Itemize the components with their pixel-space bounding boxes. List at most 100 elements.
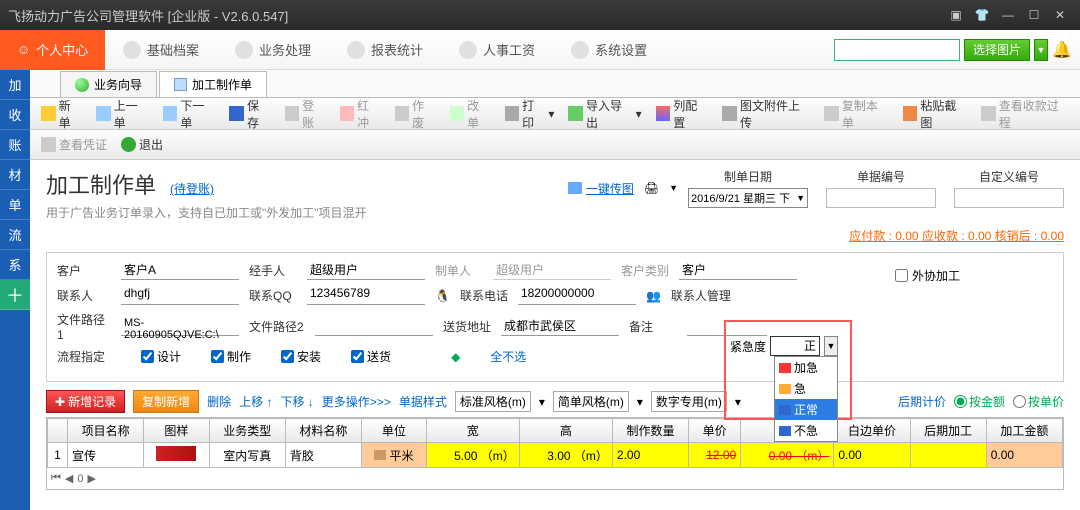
by-price-radio[interactable]: 按单价: [1013, 393, 1064, 410]
skin-icon[interactable]: 👕: [970, 5, 994, 25]
tab-process-order[interactable]: 加工制作单: [159, 71, 267, 97]
docno-label: 单据编号: [857, 168, 905, 185]
menu-icon: [459, 41, 477, 59]
page-number: 0: [77, 473, 83, 485]
chevron-down-icon[interactable]: ▼: [669, 183, 678, 193]
simple-style[interactable]: 简单风格(m): [553, 391, 629, 412]
bell-icon[interactable]: 🔔: [1052, 40, 1072, 60]
minimize-icon[interactable]: —: [996, 5, 1020, 25]
theme-icon[interactable]: ▣: [944, 5, 968, 25]
delete-link[interactable]: 删除: [207, 393, 231, 410]
side-account[interactable]: 账: [0, 130, 30, 160]
make-check[interactable]: 制作: [211, 348, 251, 365]
prev-button[interactable]: 上一单: [91, 95, 154, 133]
contact-input[interactable]: dhgfj: [121, 286, 239, 305]
menu-report[interactable]: 报表统计: [329, 30, 441, 70]
printer-icon[interactable]: 🖨: [644, 181, 659, 195]
handler-input[interactable]: 超级用户: [307, 261, 425, 280]
rowstyle-link[interactable]: 单据样式: [399, 393, 447, 410]
urgency-input[interactable]: 正: [770, 336, 820, 356]
copy-button[interactable]: 复制本单: [819, 95, 893, 133]
print-button[interactable]: 打印 ▾: [500, 95, 560, 133]
search-input[interactable]: [834, 39, 960, 61]
paste-button[interactable]: 粘贴截图: [898, 95, 972, 133]
close-icon[interactable]: ✕: [1048, 5, 1072, 25]
phone-input[interactable]: 18200000000: [518, 286, 636, 305]
side-add[interactable]: 加: [0, 70, 30, 100]
urgency-option-selected[interactable]: 正常: [775, 399, 837, 420]
contact-mgr-link[interactable]: 联系人管理: [671, 287, 731, 304]
movedown-link[interactable]: 下移 ↓: [280, 393, 313, 410]
pay-info[interactable]: 应付款 : 0.00 应收款 : 0.00 核销后 : 0.00: [46, 227, 1064, 244]
custtype-input[interactable]: 客户: [679, 261, 797, 280]
edit-button[interactable]: 改单: [445, 95, 496, 133]
path2-input[interactable]: [315, 317, 433, 336]
moveup-link[interactable]: 上移 ↑: [239, 393, 272, 410]
voucher-button[interactable]: 查看凭证: [36, 134, 112, 155]
outsource-check[interactable]: 外协加工: [895, 267, 960, 284]
attach-button[interactable]: 图文附件上传: [717, 95, 815, 133]
plus-icon: ✚: [55, 395, 65, 409]
prev-page-icon[interactable]: ◀: [65, 472, 73, 485]
customer-input[interactable]: 客户A: [121, 261, 239, 280]
add-row-button[interactable]: ✚新增记录: [46, 390, 125, 413]
urgency-option[interactable]: 不急: [775, 420, 837, 441]
side-sys[interactable]: 系: [0, 250, 30, 280]
urgency-dropdown-button[interactable]: ▼: [824, 336, 838, 356]
menu-basic-archive[interactable]: 基础档案: [105, 30, 217, 70]
qq-icon[interactable]: 🐧: [435, 289, 450, 303]
page-title: 加工制作单: [46, 168, 156, 200]
contact-label: 联系人: [57, 287, 111, 304]
date-select[interactable]: 2016/9/21 星期三 下▼: [688, 188, 808, 208]
menu-system[interactable]: 系统设置: [553, 30, 665, 70]
addr-input[interactable]: 成都市武侯区: [501, 317, 619, 336]
cols-button[interactable]: 列配置: [651, 95, 714, 133]
urgency-option[interactable]: 急: [775, 378, 837, 399]
std-style[interactable]: 标准风格(m): [455, 391, 531, 412]
exit-button[interactable]: 退出: [116, 134, 168, 155]
side-flow[interactable]: 流: [0, 220, 30, 250]
globe-icon: [75, 78, 89, 92]
select-image-button[interactable]: 选择图片: [964, 39, 1030, 61]
red-button[interactable]: 红冲: [335, 95, 386, 133]
next-button[interactable]: 下一单: [158, 95, 221, 133]
docno-input[interactable]: [826, 188, 936, 208]
side-receive[interactable]: 收: [0, 100, 30, 130]
copy-new-button[interactable]: 复制新增: [133, 390, 199, 413]
first-page-icon[interactable]: ⏮: [51, 472, 61, 485]
arrow-left-icon: [96, 106, 111, 121]
menu-hr[interactable]: 人事工资: [441, 30, 553, 70]
tab-business-guide[interactable]: 业务向导: [60, 71, 157, 97]
save-button[interactable]: 保存: [224, 95, 275, 133]
side-order[interactable]: 单: [0, 190, 30, 220]
menu-business[interactable]: 业务处理: [217, 30, 329, 70]
by-amount-radio[interactable]: 按金额: [954, 393, 1005, 410]
viewpay-button[interactable]: 查看收款过程: [976, 95, 1074, 133]
next-page-icon[interactable]: ▶: [88, 472, 96, 485]
urgency-option[interactable]: 加急: [775, 357, 837, 378]
void-button[interactable]: 作废: [390, 95, 441, 133]
user-center-button[interactable]: ☺ 个人中心: [0, 30, 105, 70]
post-button[interactable]: 登账: [280, 95, 331, 133]
num-style[interactable]: 数字专用(m): [651, 391, 727, 412]
new-button[interactable]: 新单: [36, 95, 87, 133]
path1-input[interactable]: MS-20160905QJVE:C:\: [121, 317, 239, 336]
side-material[interactable]: 材: [0, 160, 30, 190]
side-plus[interactable]: ＋: [0, 280, 30, 310]
process-label: 流程指定: [57, 348, 111, 365]
io-button[interactable]: 导入导出 ▾: [563, 95, 646, 133]
table-row[interactable]: 1 宣传 室内写真 背胶 平米 5.00 （m） 3.00 （m） 2.00 1…: [48, 443, 1063, 468]
urgency-dropdown-list[interactable]: 加急 急 正常 不急: [774, 356, 838, 442]
select-image-dropdown[interactable]: ▼: [1034, 39, 1048, 61]
deliver-check[interactable]: 送货: [351, 348, 391, 365]
design-check[interactable]: 设计: [141, 348, 181, 365]
install-check[interactable]: 安装: [281, 348, 321, 365]
more-link[interactable]: 更多操作>>>: [322, 393, 391, 410]
qq-input[interactable]: 123456789: [307, 286, 425, 305]
status-link[interactable]: (待登账): [170, 180, 214, 197]
all-not-link[interactable]: 全不选: [490, 348, 526, 365]
custno-input[interactable]: [954, 188, 1064, 208]
onekey-transfer-link[interactable]: 一键传图: [568, 180, 634, 197]
maximize-icon[interactable]: ☐: [1022, 5, 1046, 25]
clip-icon: [722, 106, 737, 121]
